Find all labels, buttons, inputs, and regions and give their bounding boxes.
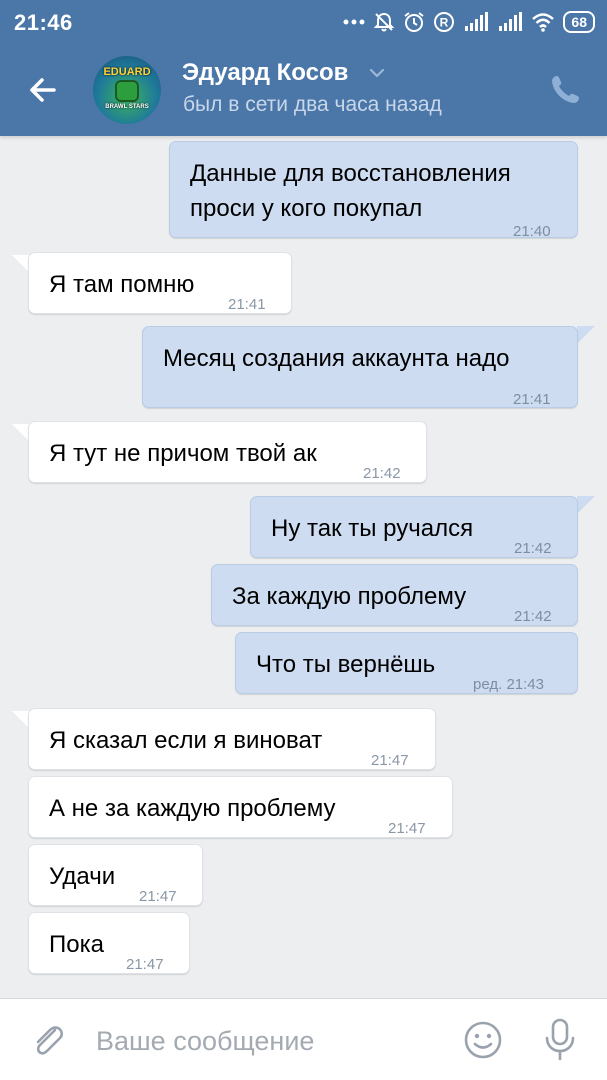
contact-status: был в сети два часа назад xyxy=(183,93,442,116)
bubble-tail xyxy=(577,496,595,514)
avatar[interactable]: EDUARD BRAWL STARS xyxy=(93,56,161,124)
status-icons: R 68 xyxy=(343,9,595,35)
message-input[interactable] xyxy=(96,1021,436,1061)
phone-icon xyxy=(552,76,579,103)
message-time: 21:40 xyxy=(513,223,551,240)
message-outgoing[interactable]: Данные для восстановления проси у кого п… xyxy=(169,141,578,240)
status-time: 21:46 xyxy=(14,10,73,35)
signal-icon xyxy=(463,12,489,32)
message-text: Месяц создания аккаунта надо xyxy=(163,345,510,372)
message-text: За каждую проблему xyxy=(232,583,467,610)
battery-icon: 68 xyxy=(563,11,595,33)
message-text: А не за каждую проблему xyxy=(49,795,336,822)
microphone-icon xyxy=(545,1018,575,1061)
message-list[interactable]: Данные для восстановления проси у кого п… xyxy=(0,136,607,998)
message-incoming[interactable]: Пока 21:47 xyxy=(28,912,190,974)
bubble-tail xyxy=(577,326,595,344)
svg-text:R: R xyxy=(440,16,449,30)
message-time: 21:47 xyxy=(388,820,426,837)
back-arrow-icon xyxy=(30,78,56,102)
chat-header: EDUARD BRAWL STARS Эдуард Косов был в се… xyxy=(0,44,607,136)
message-time: 21:47 xyxy=(126,956,164,973)
message-outgoing[interactable]: Ну так ты ручался 21:42 xyxy=(250,496,578,558)
message-incoming[interactable]: Я сказал если я виноват 21:47 xyxy=(28,708,436,770)
paperclip-icon xyxy=(36,1026,64,1055)
emoji-button[interactable] xyxy=(462,1019,504,1061)
message-incoming[interactable]: Удачи 21:47 xyxy=(28,844,203,906)
attach-button[interactable] xyxy=(28,1021,68,1061)
registered-icon: R xyxy=(433,11,455,33)
dots-icon xyxy=(343,18,365,26)
message-time: 21:41 xyxy=(513,391,551,408)
wifi-icon xyxy=(531,12,555,32)
avatar-top-text: EDUARD xyxy=(103,66,151,78)
message-incoming[interactable]: Я тут не причом твой ак 21:42 xyxy=(28,421,427,483)
message-time: ред. 21:43 xyxy=(473,676,544,693)
status-bar: 21:46 R 68 xyxy=(0,0,607,44)
alarm-icon xyxy=(403,11,425,33)
compose-bar xyxy=(0,998,607,1080)
message-text: Данные для восстановления xyxy=(190,160,511,187)
message-text: Я сказал если я виноват xyxy=(49,727,323,754)
avatar-figure xyxy=(115,80,139,102)
chevron-down-icon[interactable] xyxy=(368,66,386,80)
message-outgoing[interactable]: За каждую проблему 21:42 xyxy=(211,564,578,626)
message-time: 21:41 xyxy=(228,296,266,313)
message-time: 21:42 xyxy=(514,608,552,625)
message-incoming[interactable]: А не за каждую проблему 21:47 xyxy=(28,776,453,838)
message-outgoing[interactable]: Месяц создания аккаунта надо 21:41 xyxy=(142,326,578,408)
message-incoming[interactable]: Я там помню 21:41 xyxy=(28,252,292,314)
message-time: 21:47 xyxy=(139,888,177,905)
signal-icon xyxy=(497,12,523,32)
dnd-bell-icon xyxy=(373,11,395,33)
message-text: проси у кого покупал xyxy=(190,195,423,222)
contact-name[interactable]: Эдуард Косов xyxy=(182,59,348,87)
message-text: Я тут не причом твой ак xyxy=(49,440,317,467)
message-outgoing[interactable]: Что ты вернёшь ред. 21:43 xyxy=(235,632,578,694)
smiley-icon xyxy=(464,1021,502,1059)
back-button[interactable] xyxy=(22,70,62,110)
message-time: 21:42 xyxy=(363,465,401,482)
voice-message-button[interactable] xyxy=(540,1017,580,1063)
message-time: 21:47 xyxy=(371,752,409,769)
avatar-bottom-text: BRAWL STARS xyxy=(105,104,149,110)
message-time: 21:42 xyxy=(514,540,552,557)
call-button[interactable] xyxy=(549,72,583,106)
